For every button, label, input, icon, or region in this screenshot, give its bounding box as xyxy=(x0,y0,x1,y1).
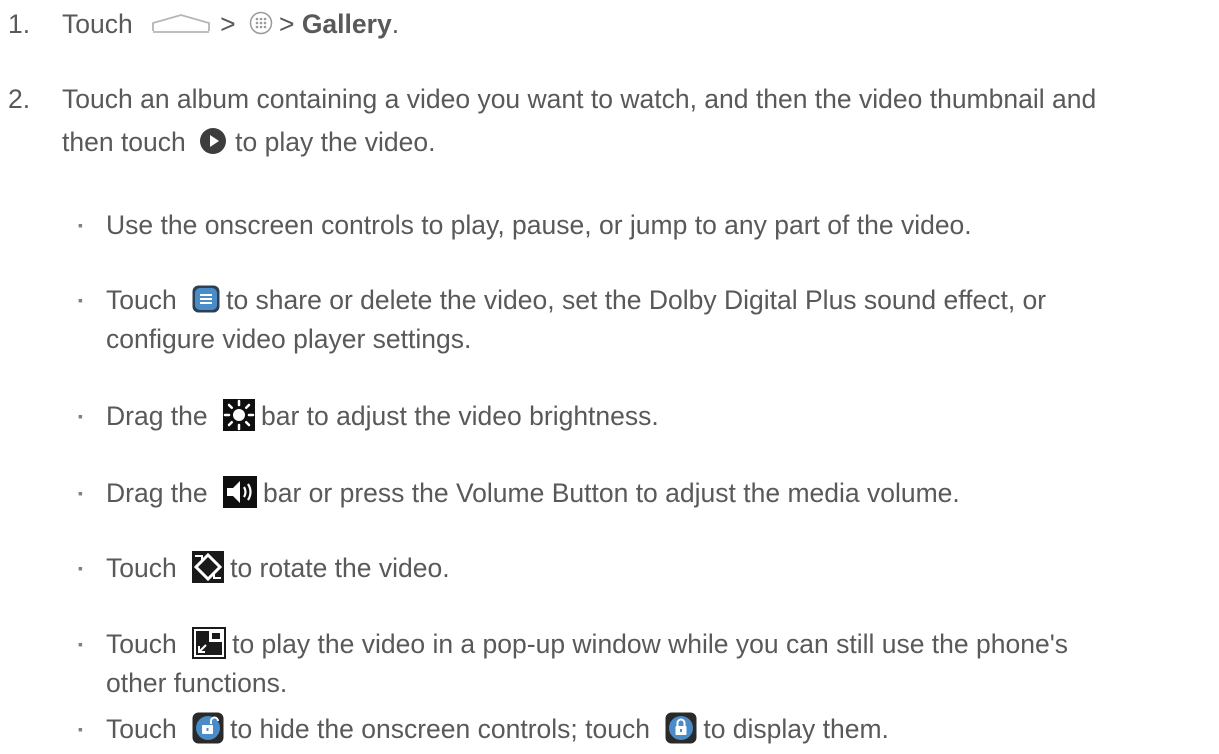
step-text: Touch an album containing a video you wa… xyxy=(62,84,1097,114)
play-icon xyxy=(199,127,227,155)
bullet-marker: ▪ xyxy=(78,721,83,737)
apps-icon xyxy=(249,11,273,35)
popup-window-icon xyxy=(192,627,227,659)
step-text: Touch > > Gallery. xyxy=(62,9,400,39)
bullet-marker: ▪ xyxy=(78,408,83,424)
bullet-marker: ▪ xyxy=(78,485,83,501)
bullet-text: Use the onscreen controls to play, pause… xyxy=(106,210,972,240)
step-number: 2. xyxy=(8,84,31,114)
bullet-marker: ▪ xyxy=(78,292,83,308)
bullet-marker: ▪ xyxy=(78,560,83,576)
rotate-icon xyxy=(192,551,225,583)
bullet-marker: ▪ xyxy=(78,636,83,652)
gallery-label: Gallery xyxy=(301,9,392,39)
unlock-icon xyxy=(192,712,224,744)
menu-icon xyxy=(192,285,220,313)
instructions-document: 1. Touch > > Gallery. 2. Touch an album … xyxy=(8,9,1097,744)
bullet-marker: ▪ xyxy=(78,217,83,233)
lock-icon xyxy=(665,712,697,744)
brightness-icon xyxy=(223,399,256,431)
home-icon xyxy=(150,11,212,35)
step-number: 1. xyxy=(8,9,31,39)
volume-icon xyxy=(223,476,258,508)
